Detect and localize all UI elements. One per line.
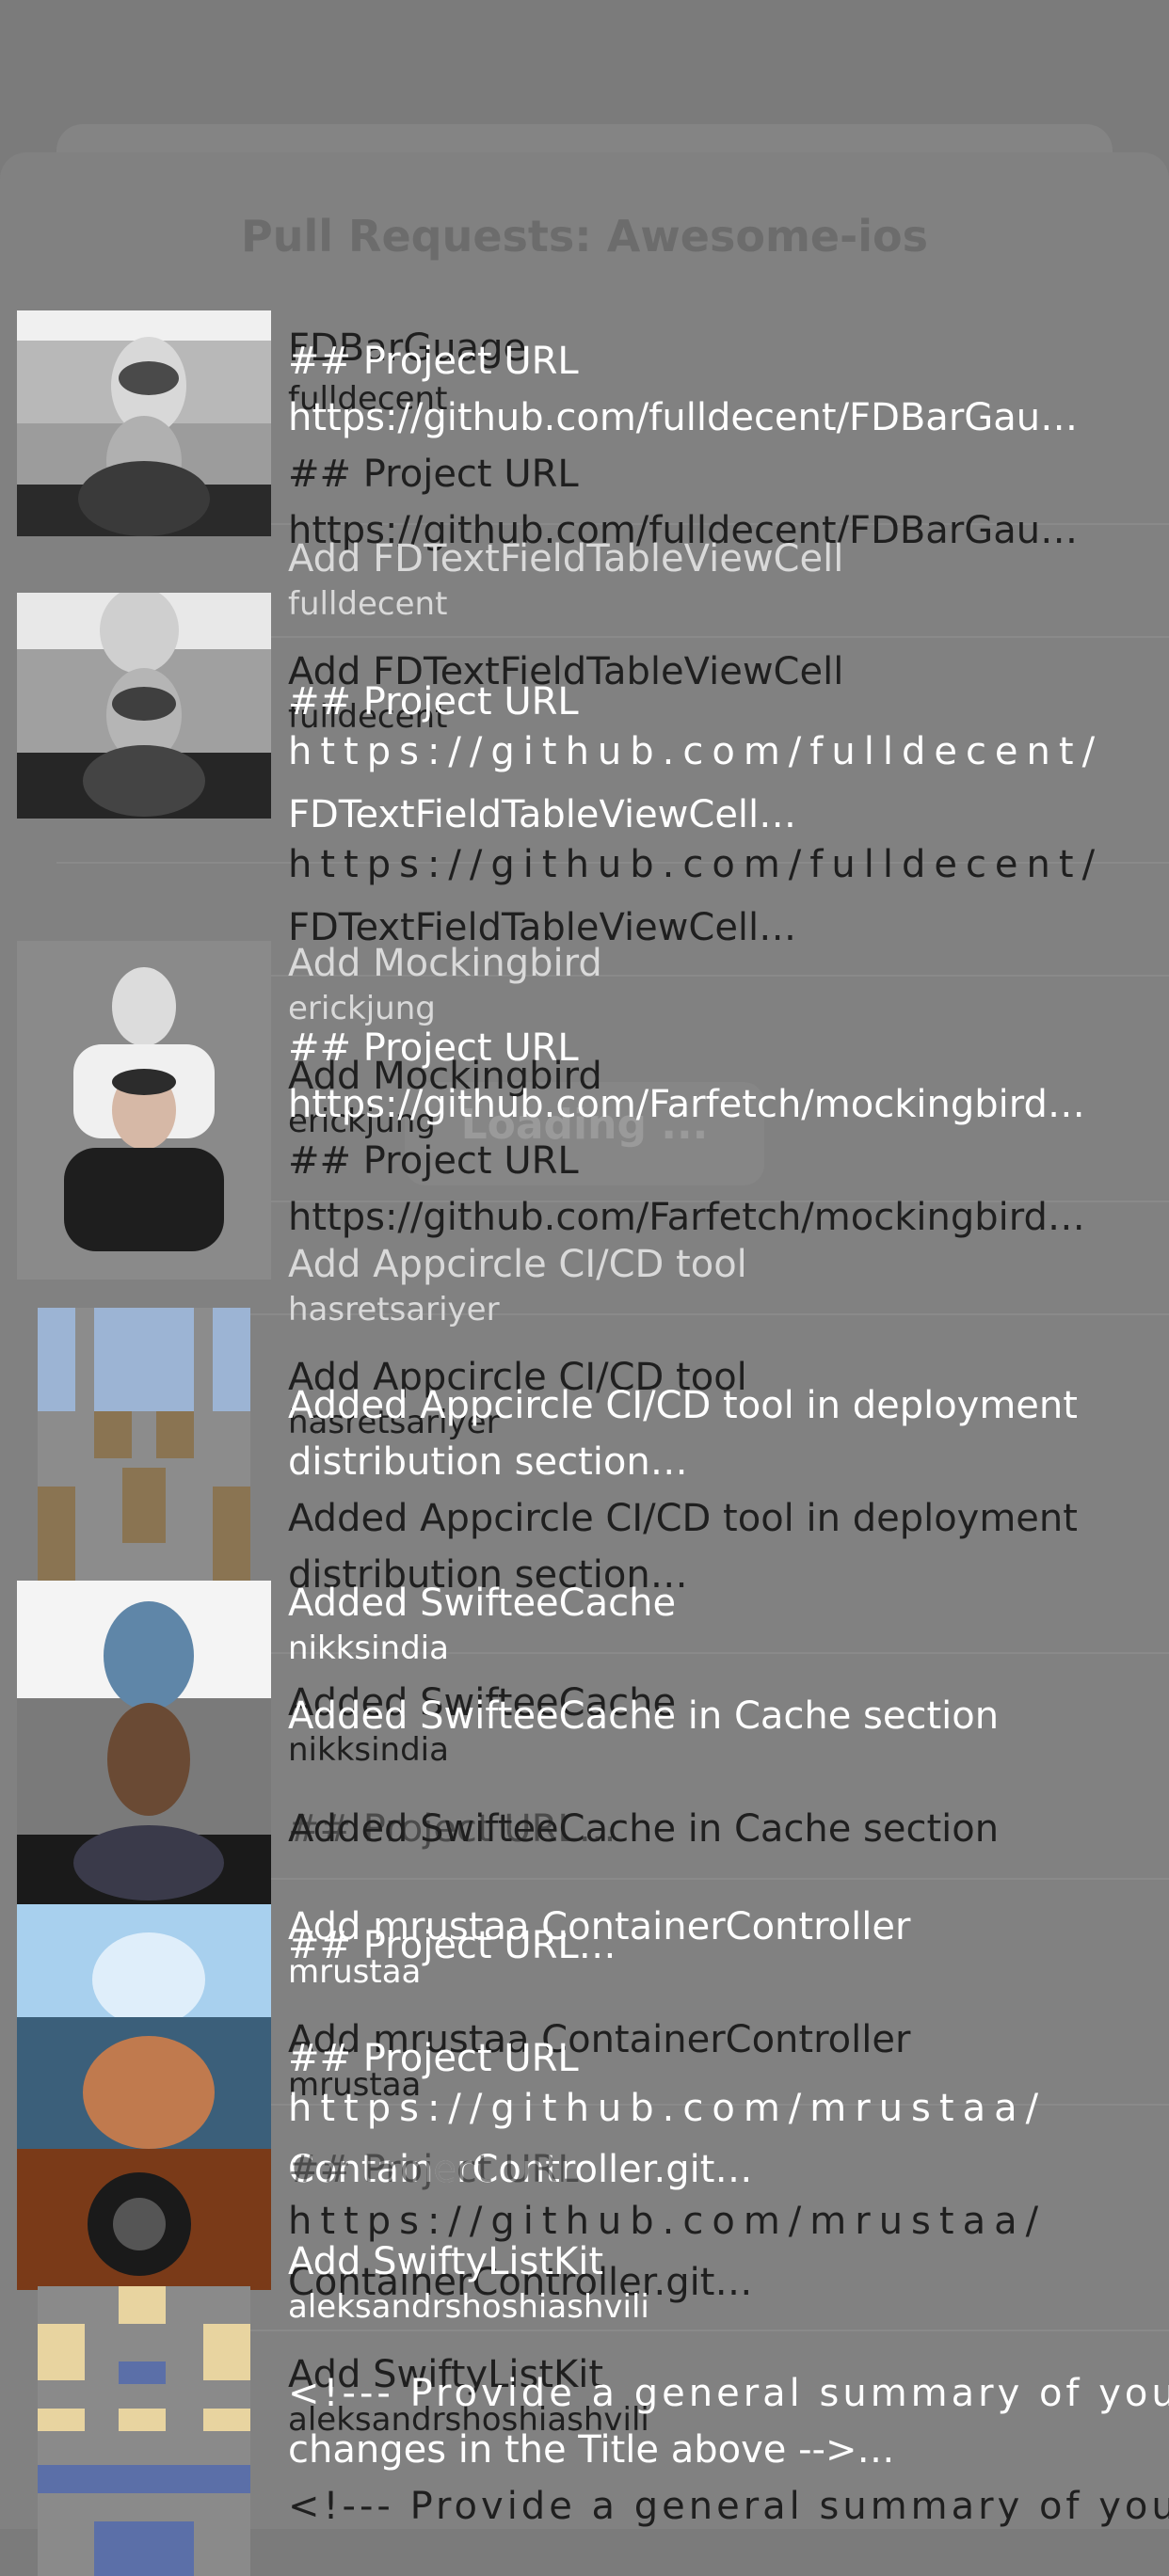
pr-body-line: Added Appcircle CI/CD tool in deployment — [288, 1497, 1078, 1540]
pr-body-line: Added Appcircle CI/CD tool in deployment — [288, 1384, 1078, 1427]
pr-body-line: https://github.com/fulldecent/ — [288, 843, 1104, 886]
avatar — [17, 310, 271, 536]
pr-author: erickjung — [288, 990, 436, 1027]
avatar — [17, 1904, 271, 2290]
pull-request-row[interactable]: Added SwifteeCache nikksindia Added Swif… — [0, 1581, 1169, 1919]
pr-body-line: ## Project URL… — [288, 1924, 617, 1967]
pr-body-line: ## Project URL — [288, 340, 579, 383]
pr-body-line: https://github.com/fulldecent/ — [288, 730, 1104, 773]
pr-body-line: https://github.com/mrustaa/ — [288, 2087, 1048, 2130]
nav-title: Pull Requests: Awesome-ios — [241, 211, 928, 262]
pr-author: aleksandrshoshiashvili — [288, 2288, 649, 2326]
pr-body-line: FDTextFieldTableViewCell… — [288, 793, 797, 836]
pull-request-row[interactable]: Add Mockingbird erickjung Add Mockingbir… — [0, 941, 1169, 1280]
pr-body-line: changes in the Title above -->… — [288, 2428, 895, 2472]
pull-request-row[interactable]: Add FDTextFieldTableViewCell fulldecent … — [0, 536, 1169, 949]
pr-title: Add Mockingbird — [288, 942, 602, 985]
pr-body-line: Added SwifteeCache in Cache section — [288, 1694, 1000, 1738]
pr-body-line: ## Project URL — [288, 1026, 579, 1070]
pr-body-line: <!--- Provide a general summary of your — [288, 2372, 1169, 2415]
pr-body-line: https://github.com/fulldecent/FDBarGau… — [288, 396, 1079, 439]
pull-request-row[interactable]: Add Appcircle CI/CD tool hasretsariyer A… — [0, 1242, 1169, 1665]
avatar — [17, 593, 271, 819]
pull-request-row[interactable]: Add SwiftyListKit aleksandrshoshiashvili… — [0, 2239, 1169, 2576]
pr-body-line: ## Project URL — [288, 1139, 579, 1183]
pr-author: fulldecent — [288, 585, 448, 623]
pr-body-line: ## Project URL… — [288, 1807, 617, 1851]
pull-request-row[interactable]: FDBarGuage fulldecent ## Project URL htt… — [0, 310, 1169, 552]
avatar — [38, 2286, 250, 2576]
pr-body-line: ## Project URL — [288, 680, 579, 724]
pr-body-line: distribution section… — [288, 1440, 688, 1484]
pr-title: Added SwifteeCache — [288, 1582, 677, 1625]
pr-title: Add Appcircle CI/CD tool — [288, 1243, 747, 1286]
pr-body-line: ## Project URL — [288, 2148, 579, 2191]
pr-author: hasretsariyer — [288, 1291, 500, 1328]
pr-title: Add FDTextFieldTableViewCell — [288, 537, 844, 580]
pr-body-line: <!--- Provide a general summary of your — [288, 2485, 1169, 2528]
pr-body-line: https://github.com/Farfetch/mockingbird… — [288, 1083, 1085, 1126]
pr-body-line: https://github.com/Farfetch/mockingbird… — [288, 1196, 1085, 1239]
avatar — [17, 1581, 271, 1919]
avatar — [17, 941, 271, 1280]
pr-title: Add SwiftyListKit — [288, 2240, 604, 2283]
pr-body-line: ## Project URL — [288, 453, 579, 496]
pull-request-row[interactable]: Add mrustaa ContainerController mrustaa … — [0, 1904, 1169, 2304]
pr-body-line: ## Project URL — [288, 2037, 579, 2080]
pr-author: nikksindia — [288, 1630, 449, 1667]
